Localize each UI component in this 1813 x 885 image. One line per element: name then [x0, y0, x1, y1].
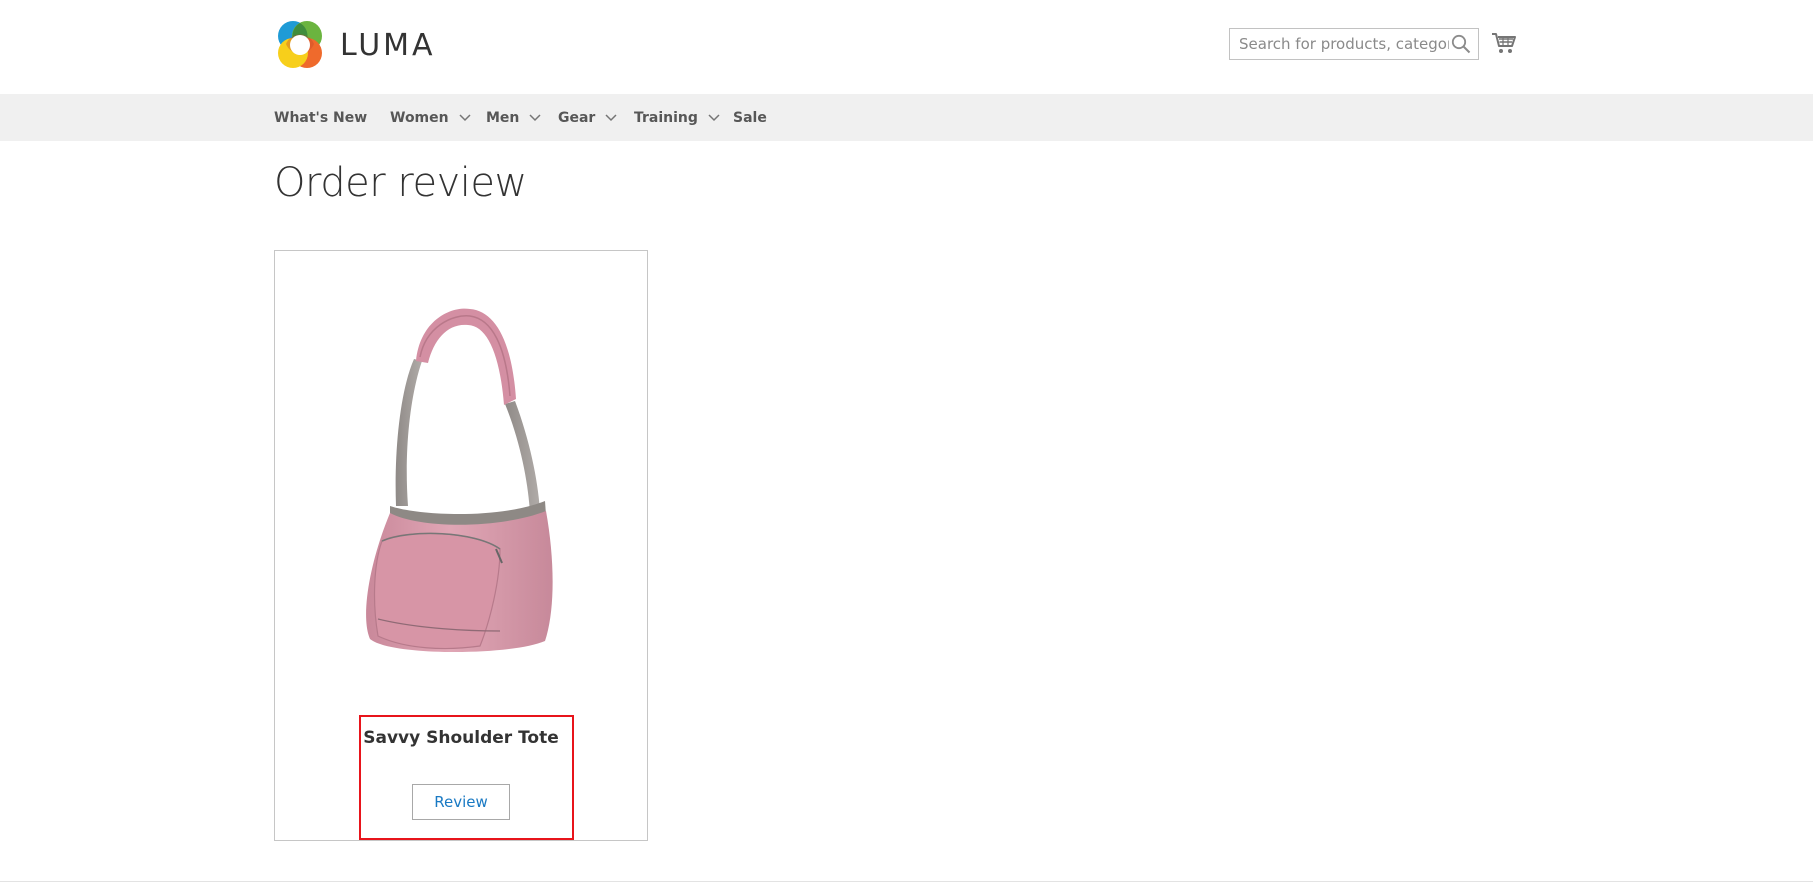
nav-item-women[interactable]: Women [390, 94, 471, 141]
nav-item-label: Women [390, 109, 449, 126]
luma-logo-icon [278, 21, 322, 68]
nav-item-training[interactable]: Training [634, 94, 720, 141]
main-navigation: What's New Women Men Gear Training Sale [0, 94, 1813, 141]
store-logo[interactable]: LUMA [274, 19, 436, 71]
product-name-link[interactable]: Savvy Shoulder Tote [274, 728, 648, 748]
search-input[interactable] [1239, 30, 1449, 58]
search-icon [1451, 34, 1471, 54]
minicart-button[interactable] [1491, 30, 1517, 56]
nav-item-sale[interactable]: Sale [733, 94, 767, 141]
product-image[interactable] [350, 301, 575, 656]
review-button[interactable]: Review [412, 784, 510, 820]
chevron-down-icon [529, 113, 541, 121]
chevron-down-icon [605, 113, 617, 121]
nav-item-whats-new[interactable]: What's New [274, 94, 367, 141]
logo-text: LUMA [340, 27, 436, 63]
nav-item-men[interactable]: Men [486, 94, 541, 141]
chevron-down-icon [708, 113, 720, 121]
nav-item-label: Training [634, 109, 698, 126]
search-box [1229, 28, 1479, 60]
nav-item-label: Sale [733, 109, 767, 126]
nav-item-gear[interactable]: Gear [558, 94, 617, 141]
product-card [274, 250, 648, 841]
page-title: Order review [274, 160, 527, 206]
search-button[interactable] [1449, 32, 1473, 56]
nav-item-label: What's New [274, 109, 368, 126]
nav-item-label: Gear [558, 109, 596, 126]
page-header: LUMA [0, 0, 1813, 94]
nav-item-label: Men [486, 109, 520, 126]
chevron-down-icon [459, 113, 471, 121]
footer-divider [0, 881, 1813, 882]
shopping-cart-icon [1492, 33, 1516, 53]
